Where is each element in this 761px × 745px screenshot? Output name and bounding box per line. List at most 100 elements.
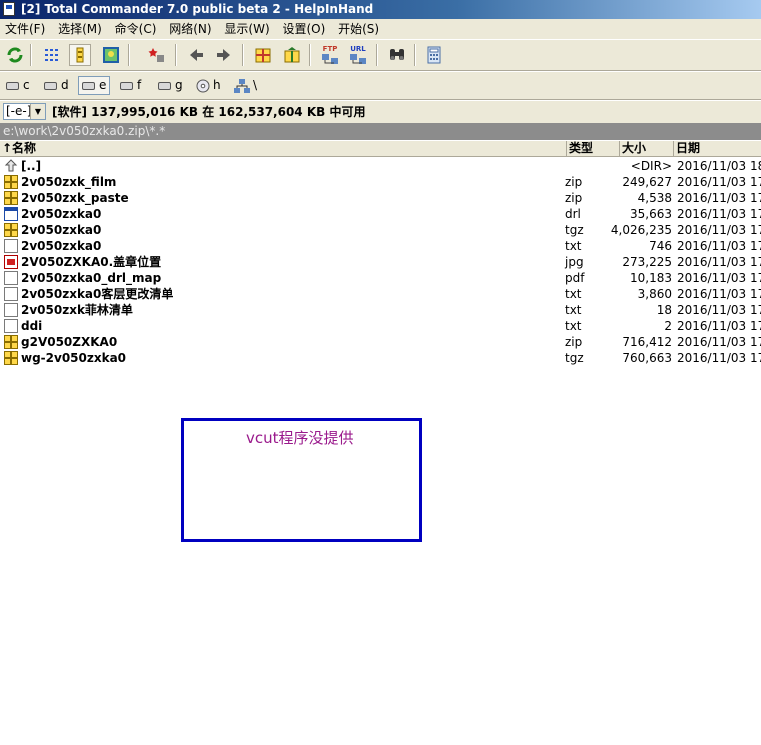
invert-selection-icon[interactable] xyxy=(146,44,168,66)
drive-label: f xyxy=(137,78,142,92)
menu-show[interactable]: 显示(W) xyxy=(220,19,273,39)
file-name: 2v050zxk_film xyxy=(21,175,117,189)
file-type: zip xyxy=(565,175,583,189)
parent-folder-icon xyxy=(4,159,18,172)
file-name: [..] xyxy=(21,159,42,173)
document-icon xyxy=(4,239,18,253)
menu-net[interactable]: 网络(N) xyxy=(165,19,215,39)
column-date[interactable]: 日期 xyxy=(674,141,761,156)
drive-g-button[interactable]: g xyxy=(155,76,186,95)
url-icon xyxy=(350,53,366,64)
column-size[interactable]: 大小 xyxy=(620,141,674,156)
network-root-button[interactable]: \ xyxy=(230,76,260,95)
document-icon xyxy=(4,287,18,301)
list-item[interactable]: 2v050zxka0 drl 35,663 2016/11/03 17 xyxy=(0,206,761,222)
list-item[interactable]: wg-2v050zxka0 tgz 760,663 2016/11/03 17 xyxy=(0,350,761,366)
file-size: 4,026,235 xyxy=(610,223,672,237)
file-date: 2016/11/03 17 xyxy=(677,175,761,189)
list-item[interactable]: 2v050zxk_paste zip 4,538 2016/11/03 17 xyxy=(0,190,761,206)
file-size: 746 xyxy=(649,239,672,253)
refresh-icon[interactable] xyxy=(4,44,26,66)
menu-configuration[interactable]: 设置(O) xyxy=(278,19,329,39)
drive-e-button[interactable]: e xyxy=(78,76,111,95)
file-type: pdf xyxy=(565,271,585,285)
file-size: 10,183 xyxy=(630,271,672,285)
file-date: 2016/11/03 17 xyxy=(677,271,761,285)
file-list: [..] <DIR> 2016/11/03 18 2v050zxk_film z… xyxy=(0,158,761,366)
title-bar: [2] Total Commander 7.0 public beta 2 - … xyxy=(0,0,761,19)
file-type: txt xyxy=(565,239,582,253)
file-size: 4,538 xyxy=(637,191,672,205)
file-date: 2016/11/03 17 xyxy=(677,351,761,365)
file-date: 2016/11/03 18 xyxy=(677,159,761,173)
list-item[interactable]: g2V050ZXKA0 zip 716,412 2016/11/03 17 xyxy=(0,334,761,350)
hard-drive-icon xyxy=(82,81,95,90)
annotation-box: vcut程序没提供 xyxy=(181,418,422,542)
column-type[interactable]: 类型 xyxy=(567,141,620,156)
archive-icon xyxy=(4,175,18,189)
list-item[interactable]: 2V050ZXKA0.盖章位置 jpg 273,225 2016/11/03 1… xyxy=(0,254,761,270)
ftp-button[interactable]: FTP xyxy=(319,44,341,66)
list-item[interactable]: 2v050zxk菲林清单 txt 18 2016/11/03 17 xyxy=(0,302,761,318)
forward-icon[interactable] xyxy=(213,44,235,66)
file-size: 18 xyxy=(656,303,672,317)
drive-dropdown[interactable]: [-e-] ▼ xyxy=(3,103,46,120)
list-item[interactable]: ddi txt 2 2016/11/03 17 xyxy=(0,318,761,334)
menu-file[interactable]: 文件(F) xyxy=(1,19,49,39)
drive-d-button[interactable]: d xyxy=(41,76,72,95)
chevron-down-icon[interactable]: ▼ xyxy=(30,104,45,119)
file-size: 2 xyxy=(664,319,672,333)
file-date: 2016/11/03 17 xyxy=(677,319,761,333)
drive-f-button[interactable]: f xyxy=(117,76,144,95)
column-header: ↑名称 类型 大小 日期 xyxy=(0,141,761,157)
pack-icon[interactable] xyxy=(252,44,274,66)
list-item[interactable]: 2v050zxka0 tgz 4,026,235 2016/11/03 17 xyxy=(0,222,761,238)
file-date: 2016/11/03 17 xyxy=(677,303,761,317)
list-item[interactable]: 2v050zxka0_drl_map pdf 10,183 2016/11/03… xyxy=(0,270,761,286)
file-date: 2016/11/03 17 xyxy=(677,191,761,205)
document-icon xyxy=(4,319,18,333)
document-icon xyxy=(4,303,18,317)
list-item[interactable]: 2v050zxka0客层更改清单 txt 3,860 2016/11/03 17 xyxy=(0,286,761,302)
unpack-icon[interactable] xyxy=(281,44,303,66)
menu-commands[interactable]: 命令(C) xyxy=(111,19,161,39)
ftp-label: FTP xyxy=(322,44,338,53)
app-icon[interactable] xyxy=(3,2,15,16)
thumbnail-icon[interactable] xyxy=(100,44,122,66)
calculator-icon[interactable] xyxy=(423,44,445,66)
hard-drive-icon xyxy=(158,81,171,90)
file-type: txt xyxy=(565,319,582,333)
url-button[interactable]: URL xyxy=(347,44,369,66)
back-icon[interactable] xyxy=(185,44,207,66)
brief-view-icon[interactable] xyxy=(41,44,63,66)
drive-label: \ xyxy=(253,78,258,92)
drive-c-button[interactable]: c xyxy=(3,76,33,95)
archive-icon xyxy=(4,335,18,349)
file-date: 2016/11/03 17 xyxy=(677,223,761,237)
file-size: <DIR> xyxy=(630,159,672,173)
full-view-icon[interactable] xyxy=(69,44,91,66)
list-item[interactable]: 2v050zxk_film zip 249,627 2016/11/03 17 xyxy=(0,174,761,190)
menu-start[interactable]: 开始(S) xyxy=(334,19,383,39)
archive-icon xyxy=(4,351,18,365)
drive-h-button[interactable]: h xyxy=(192,76,224,95)
file-name: 2v050zxka0 xyxy=(21,223,102,237)
column-name[interactable]: ↑名称 xyxy=(0,141,567,156)
list-item[interactable]: [..] <DIR> 2016/11/03 18 xyxy=(0,158,761,174)
file-type: txt xyxy=(565,287,582,301)
network-icon xyxy=(234,78,250,93)
file-type: zip xyxy=(565,191,583,205)
menu-mark[interactable]: 选择(M) xyxy=(54,19,106,39)
list-item[interactable]: 2v050zxka0 txt 746 2016/11/03 17 xyxy=(0,238,761,254)
url-label: URL xyxy=(350,44,366,53)
file-size: 249,627 xyxy=(622,175,672,189)
drive-label: e xyxy=(99,78,107,92)
file-type: txt xyxy=(565,303,582,317)
file-size: 3,860 xyxy=(637,287,672,301)
drive-bar: c d e f g h \ xyxy=(0,72,761,100)
file-name: g2V050ZXKA0 xyxy=(21,335,118,349)
path-bar[interactable]: e:\work\2v050zxka0.zip\*.* xyxy=(0,123,761,140)
find-icon[interactable] xyxy=(386,44,408,66)
drive-label: d xyxy=(61,78,69,92)
hard-drive-icon xyxy=(120,81,133,90)
